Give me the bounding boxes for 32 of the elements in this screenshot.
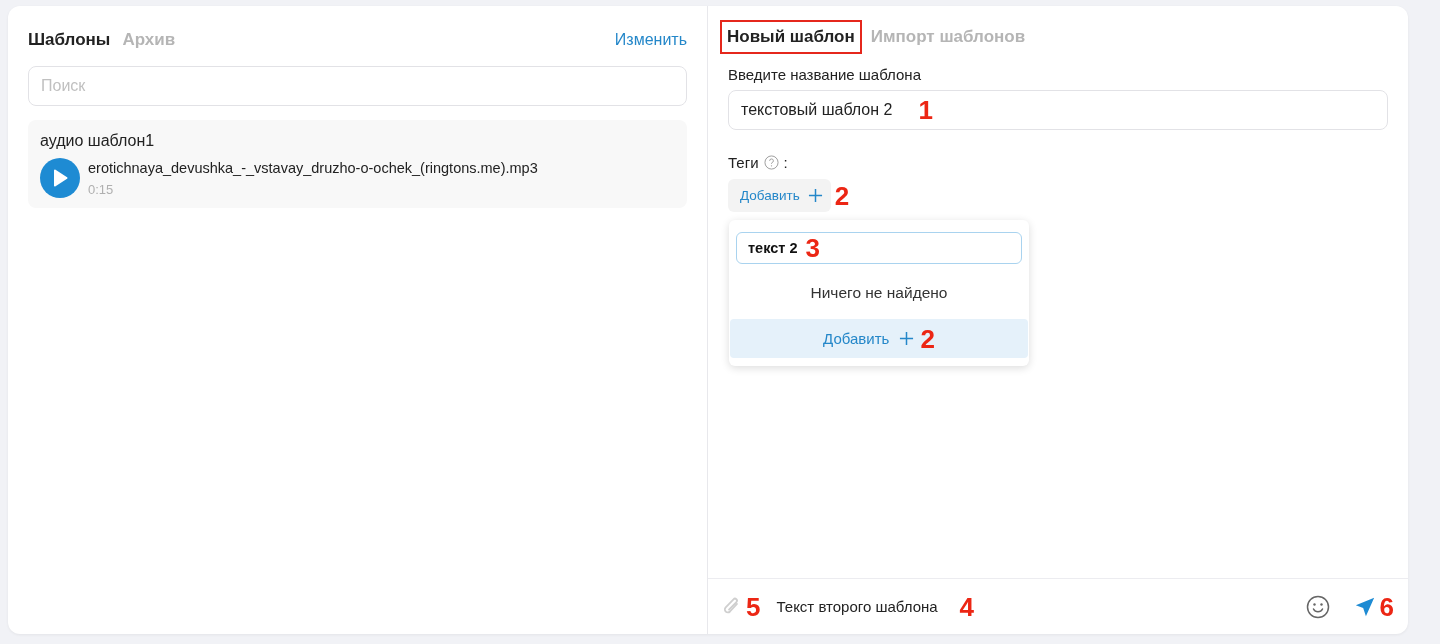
- colon: :: [783, 154, 788, 171]
- plus-icon: [899, 331, 915, 346]
- annotation-number: 6: [1379, 593, 1394, 620]
- plus-icon: [807, 188, 823, 203]
- help-icon[interactable]: [763, 155, 779, 170]
- annotation-number: 1: [918, 97, 933, 123]
- duration: 0:15: [88, 181, 115, 197]
- search-field[interactable]: Поиск: [28, 66, 687, 106]
- field-value: текст 2: [748, 240, 798, 256]
- emoji-button[interactable]: [1305, 594, 1330, 619]
- smiley-icon: [1305, 594, 1330, 619]
- message-text[interactable]: Текст второго шаблона: [776, 598, 938, 615]
- empty-message: Ничего не найдено: [809, 283, 949, 303]
- edit-link[interactable]: Изменить: [614, 31, 687, 49]
- tags-label: Теги: [728, 154, 759, 171]
- play-icon: [52, 169, 68, 187]
- file-name: erotichnaya_devushka_-_vstavay_druzho-o-ochek_(ringtons.me).mp3: [88, 159, 538, 176]
- tab[interactable]: Шаблоны: [28, 30, 111, 50]
- play-button[interactable]: [40, 158, 80, 198]
- field-value: текстовый шаблон 2: [741, 101, 893, 119]
- template-card[interactable]: аудио шаблон1 erotichnaya_devushka_-_vstavay_druzho-o-ochek_(ringtons.me).mp3 0:15: [28, 120, 687, 208]
- tag-search-field[interactable]: текст 2 3: [736, 232, 1022, 264]
- tab[interactable]: Новый шаблон: [720, 20, 862, 54]
- annotation-number: 3: [805, 235, 820, 261]
- template-title: аудио шаблон1: [40, 132, 156, 150]
- annotation-number: 2: [920, 325, 935, 352]
- annotation-number: 5: [746, 593, 761, 620]
- field-label: Введите название шаблона: [728, 66, 922, 83]
- add-tag-button[interactable]: Добавить: [728, 179, 831, 212]
- name-field[interactable]: текстовый шаблон 2 1: [728, 90, 1388, 130]
- annotation-number: 4: [959, 593, 975, 620]
- annotation-number: 2: [834, 182, 850, 209]
